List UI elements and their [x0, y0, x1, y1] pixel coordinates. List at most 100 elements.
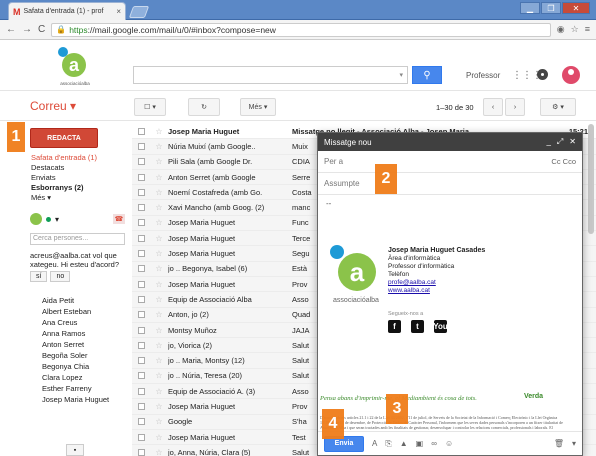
emoji-icon[interactable]: ☺ [445, 439, 453, 448]
phone-icon[interactable]: ☎ [113, 214, 125, 224]
star-icon[interactable]: ☆ [150, 264, 168, 273]
url-field[interactable]: 🔒 https://mail.google.com/mail/u/0/#inbo… [51, 22, 551, 37]
close-icon[interactable]: ✕ [569, 137, 576, 147]
more-button[interactable]: Més ▾ [240, 98, 276, 116]
contact-item[interactable]: Esther Farreny [42, 383, 126, 394]
status-dot-icon[interactable] [46, 216, 51, 222]
row-checkbox[interactable] [138, 341, 145, 349]
star-icon[interactable]: ☆ [150, 402, 168, 411]
star-icon[interactable]: ☆ [150, 188, 168, 197]
forward-icon[interactable]: → [22, 24, 32, 35]
star-icon[interactable]: ☆ [150, 310, 168, 319]
row-checkbox[interactable] [138, 142, 145, 150]
trash-icon[interactable]: 🗑 [554, 439, 564, 448]
contact-item[interactable]: Anna Ramos [42, 328, 126, 339]
row-checkbox[interactable] [138, 280, 145, 288]
compose-header[interactable]: Missatge nou _ ⤢ ✕ [318, 133, 582, 151]
nav-sent[interactable]: Enviats [31, 173, 121, 183]
photo-icon[interactable]: ▣ [416, 439, 424, 448]
invite-yes-button[interactable]: sí [30, 271, 48, 282]
cc-bcc-links[interactable]: Cc Cco [551, 157, 576, 166]
prev-page-button[interactable]: ‹ [483, 98, 503, 116]
row-checkbox[interactable] [138, 204, 145, 212]
more-options-icon[interactable]: ▾ [572, 439, 576, 448]
row-checkbox[interactable] [138, 127, 145, 135]
nav-drafts[interactable]: Esborranys (2) [31, 183, 121, 193]
new-tab-button[interactable] [128, 6, 150, 18]
signature-email-link[interactable]: profe@aalba.cat [388, 279, 485, 287]
chat-bubble-icon[interactable]: ▪ [66, 444, 84, 456]
twitter-icon[interactable]: t [411, 320, 424, 333]
nav-inbox[interactable]: Safata d'entrada (1) [31, 153, 121, 163]
row-checkbox[interactable] [138, 402, 145, 410]
menu-icon[interactable]: ≡ [585, 24, 590, 35]
star-icon[interactable]: ☆ [150, 448, 168, 456]
user-name[interactable]: Professor [466, 71, 500, 80]
star-icon[interactable]: ☆ [150, 127, 168, 136]
row-checkbox[interactable] [138, 311, 145, 319]
link-icon[interactable]: ∞ [431, 439, 437, 448]
maximize-button[interactable]: ❐ [541, 2, 561, 14]
row-checkbox[interactable] [138, 326, 145, 334]
close-window-button[interactable]: ✕ [562, 2, 590, 14]
settings-button[interactable]: ⚙ ▾ [540, 98, 576, 116]
attach-icon[interactable]: ⎘ [385, 439, 391, 449]
star-icon[interactable]: ☆ [150, 203, 168, 212]
row-checkbox[interactable] [138, 387, 145, 395]
contact-item[interactable]: Begoña Soler [42, 350, 126, 361]
star-icon[interactable]: ☆ [150, 234, 168, 243]
star-icon[interactable]: ☆ [150, 326, 168, 335]
compose-button[interactable]: REDACTA [30, 128, 98, 148]
account-avatar[interactable] [562, 66, 580, 84]
refresh-button[interactable]: ↻ [188, 98, 220, 116]
star-icon[interactable]: ☆ [150, 295, 168, 304]
minimize-button[interactable]: ▁ [520, 2, 540, 14]
star-icon[interactable]: ☆ [150, 157, 168, 166]
row-checkbox[interactable] [138, 372, 145, 380]
scrollbar[interactable] [588, 124, 594, 234]
compose-body[interactable]: -- a associacióalba Josep Maria Huguet C… [318, 195, 582, 451]
extension-icon[interactable]: ◉ [557, 24, 565, 35]
row-checkbox[interactable] [138, 158, 145, 166]
star-icon[interactable]: ☆ [150, 341, 168, 350]
app-switcher[interactable]: Correu ▾ [30, 99, 76, 113]
notifications-icon[interactable] [537, 69, 548, 80]
drive-icon[interactable]: ▲ [400, 439, 408, 448]
contact-item[interactable]: Ana Creus [42, 317, 126, 328]
youtube-icon[interactable]: You [433, 320, 448, 333]
star-icon[interactable]: ☆ [150, 433, 168, 442]
row-checkbox[interactable] [138, 295, 145, 303]
search-input[interactable]: ▾ [133, 66, 408, 84]
org-logo[interactable]: a associacióalba [56, 45, 92, 87]
row-checkbox[interactable] [138, 265, 145, 273]
nav-starred[interactable]: Destacats [31, 163, 121, 173]
star-icon[interactable]: ☆ [150, 142, 168, 151]
people-search-input[interactable]: Cerca persones... [30, 233, 125, 245]
minimize-icon[interactable]: _ [546, 137, 550, 147]
star-icon[interactable]: ☆ [150, 173, 168, 182]
back-icon[interactable]: ← [6, 24, 16, 35]
row-checkbox[interactable] [138, 219, 145, 227]
tab-close-icon[interactable]: × [116, 7, 121, 16]
row-checkbox[interactable] [138, 448, 145, 456]
contact-item[interactable]: Clara Lopez [42, 372, 126, 383]
browser-tab[interactable]: M Safata d'entrada (1) - prof × [8, 2, 126, 20]
row-checkbox[interactable] [138, 418, 145, 426]
search-options-icon[interactable]: ▾ [399, 71, 403, 79]
star-icon[interactable]: ☆ [150, 417, 168, 426]
star-icon[interactable]: ☆ [150, 249, 168, 258]
select-all-button[interactable]: ☐ ▾ [134, 98, 166, 116]
star-icon[interactable]: ☆ [150, 218, 168, 227]
row-checkbox[interactable] [138, 234, 145, 242]
row-checkbox[interactable] [138, 250, 145, 258]
row-checkbox[interactable] [138, 433, 145, 441]
search-button[interactable]: ⚲ [412, 66, 442, 84]
contact-item[interactable]: Begonya Chia [42, 361, 126, 372]
reload-icon[interactable]: C [38, 24, 45, 35]
to-field[interactable]: Per a Cc Cco [318, 151, 582, 173]
star-icon[interactable]: ☆ [150, 356, 168, 365]
contact-item[interactable]: Josep Maria Huguet [42, 394, 126, 405]
chat-avatar[interactable] [30, 213, 42, 225]
facebook-icon[interactable]: f [388, 320, 401, 333]
status-dropdown-icon[interactable]: ▾ [55, 215, 59, 224]
